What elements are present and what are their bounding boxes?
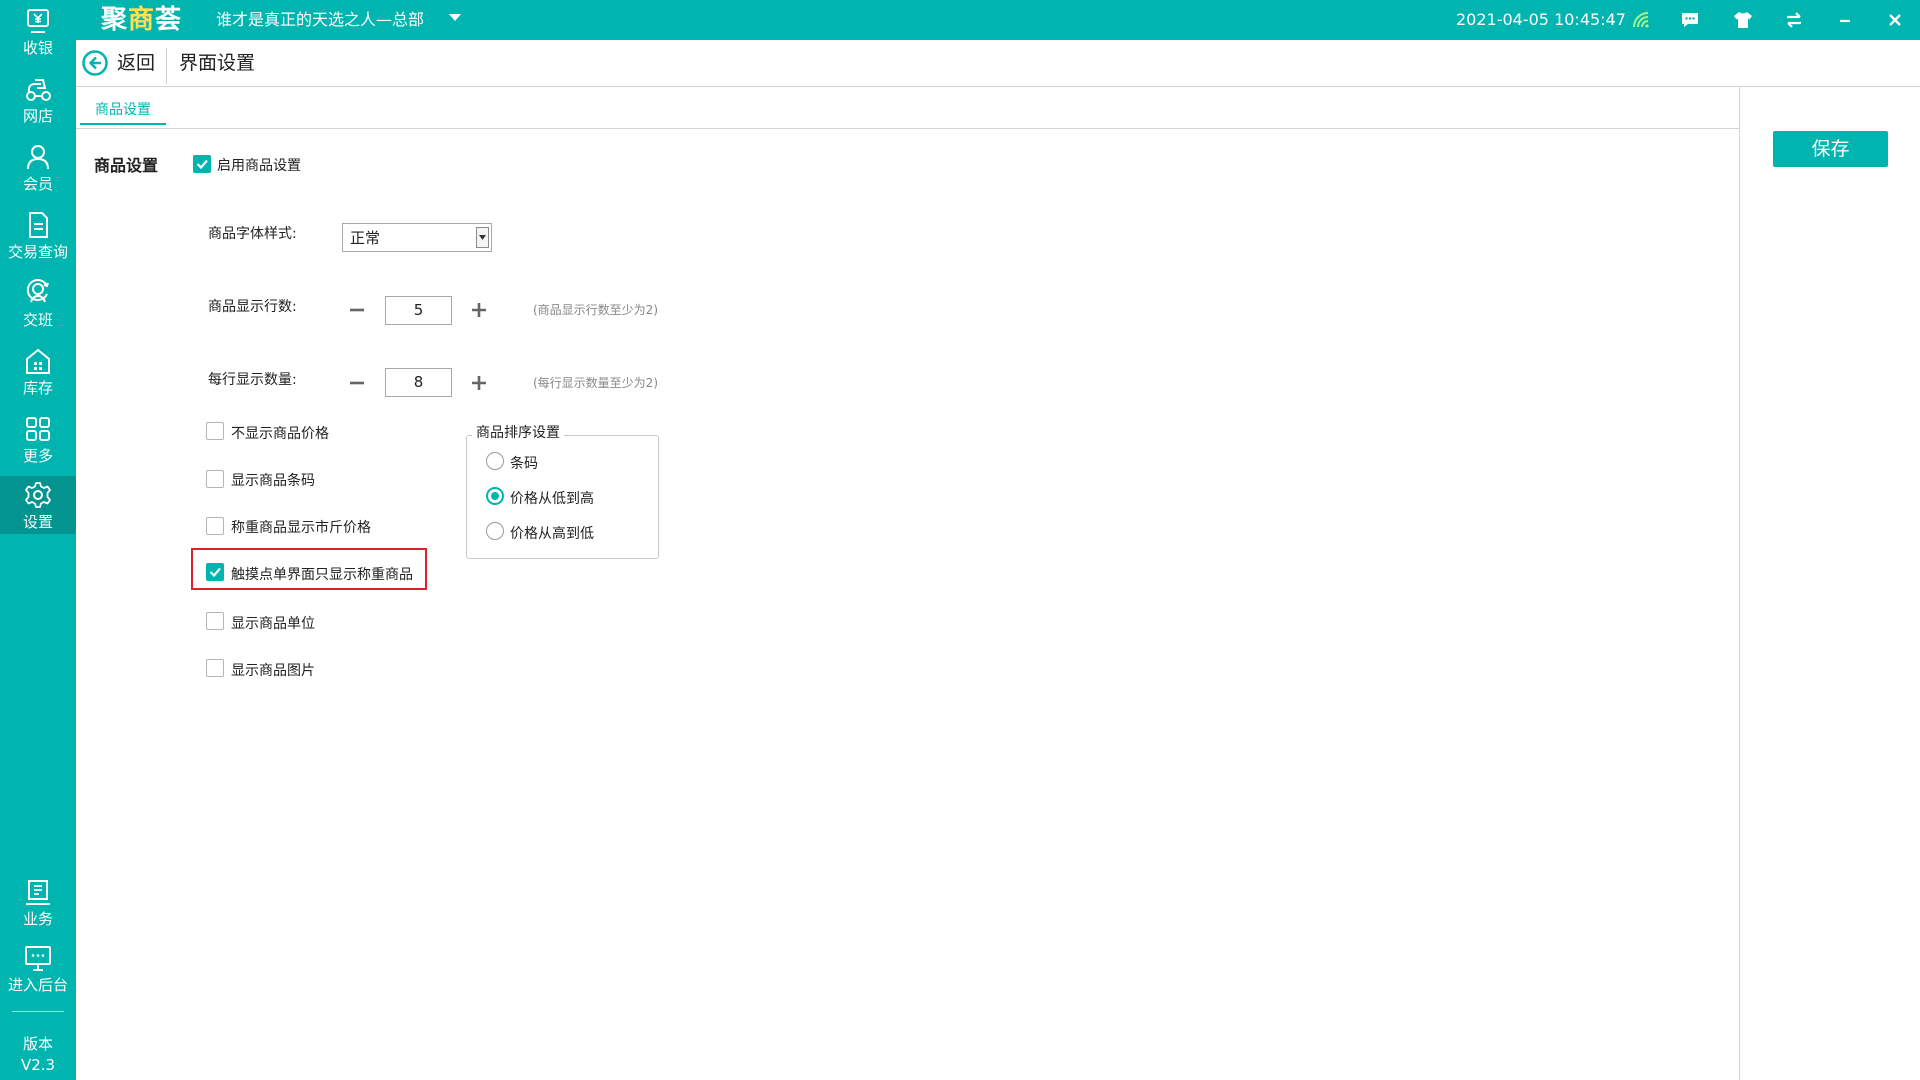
show-image-label[interactable]: 显示商品图片 — [231, 662, 315, 680]
sidebar-item-backend[interactable]: 进入后台 — [0, 939, 76, 1005]
touch-order-weighed-only-label[interactable]: 触摸点单界面只显示称重商品 — [231, 566, 413, 584]
business-icon — [26, 880, 50, 905]
weighed-jin-price-label[interactable]: 称重商品显示市斤价格 — [231, 519, 371, 537]
wifi-icon — [1629, 8, 1653, 32]
show-barcode-label[interactable]: 显示商品条码 — [231, 472, 315, 490]
sort-barcode-radio[interactable] — [486, 452, 504, 470]
sort-price-asc-radio[interactable] — [486, 487, 504, 505]
transaction-icon — [29, 212, 48, 238]
show-unit-checkbox[interactable] — [206, 612, 224, 630]
sidebar: 收银 网店 会员 交易查询 交班 库存 更多 设置 业务 进入后台 — [0, 0, 76, 1080]
app-logo: 聚商荟 — [101, 5, 183, 35]
per-row-label: 每行显示数量: — [208, 372, 297, 388]
sync-icon[interactable] — [1782, 8, 1806, 32]
sidebar-item-label: 交易查询 — [7, 243, 68, 261]
sort-price-desc-radio[interactable] — [486, 522, 504, 540]
online-store-icon — [26, 79, 51, 101]
enable-goods-settings-checkbox[interactable] — [193, 155, 211, 173]
rows-label: 商品显示行数: — [208, 299, 297, 315]
save-button[interactable]: 保存 — [1773, 131, 1888, 167]
backend-icon — [25, 946, 51, 971]
sidebar-item-cashier[interactable]: 收银 — [0, 2, 76, 68]
tab-underline — [76, 128, 1739, 129]
sidebar-item-more[interactable]: 更多 — [0, 410, 76, 476]
per-row-decrement-button[interactable] — [347, 373, 367, 393]
message-icon[interactable] — [1678, 8, 1702, 32]
sidebar-item-label: 网店 — [22, 107, 53, 125]
sort-price-asc-label[interactable]: 价格从低到高 — [510, 490, 594, 508]
sort-settings-title: 商品排序设置 — [472, 424, 564, 442]
store-selector[interactable]: 谁才是真正的天选之人—总部 — [216, 9, 424, 31]
chevron-down-icon[interactable] — [448, 13, 462, 23]
per-row-hint: (每行显示数量至少为2) — [533, 376, 658, 390]
tab-goods-settings[interactable]: 商品设置 — [80, 99, 166, 125]
sidebar-item-business[interactable]: 业务 — [0, 873, 76, 939]
sidebar-item-label: 更多 — [22, 447, 53, 465]
weighed-jin-price-checkbox[interactable] — [206, 517, 224, 535]
rows-decrement-button[interactable] — [347, 300, 367, 320]
hide-price-checkbox[interactable] — [206, 422, 224, 440]
show-image-checkbox[interactable] — [206, 659, 224, 677]
rows-hint: (商品显示行数至少为2) — [533, 303, 658, 317]
minus-icon — [350, 381, 364, 385]
sidebar-item-label: 设置 — [22, 513, 53, 531]
shift-icon — [26, 279, 49, 303]
minimize-icon[interactable] — [1833, 8, 1857, 32]
per-row-input[interactable]: 8 — [385, 368, 452, 397]
sidebar-item-label: 会员 — [22, 175, 53, 193]
cashier-icon — [27, 9, 49, 33]
rows-increment-button[interactable] — [469, 300, 489, 320]
plus-icon — [472, 303, 486, 317]
plus-icon — [472, 376, 486, 390]
member-icon — [27, 145, 49, 170]
panel-divider — [1739, 86, 1740, 1080]
rows-input[interactable]: 5 — [385, 296, 452, 325]
sort-price-desc-label[interactable]: 价格从高到低 — [510, 525, 594, 543]
sidebar-item-transaction[interactable]: 交易查询 — [0, 206, 76, 272]
sidebar-item-member[interactable]: 会员 — [0, 138, 76, 204]
font-style-select[interactable]: 正常 — [342, 223, 492, 252]
enable-goods-settings-label[interactable]: 启用商品设置 — [217, 157, 301, 175]
close-icon[interactable] — [1883, 8, 1907, 32]
back-button[interactable]: 返回 — [117, 50, 155, 76]
sidebar-item-settings[interactable]: 设置 — [0, 476, 76, 534]
show-unit-label[interactable]: 显示商品单位 — [231, 615, 315, 633]
more-icon — [26, 417, 50, 441]
version-number: V2.3 — [20, 1056, 56, 1074]
section-title: 商品设置 — [94, 156, 159, 175]
sidebar-item-label: 业务 — [22, 910, 53, 928]
sort-barcode-label[interactable]: 条码 — [510, 455, 538, 473]
inventory-icon — [26, 348, 50, 374]
checkmark-icon — [209, 567, 221, 578]
font-style-label: 商品字体样式: — [208, 226, 297, 242]
shirt-icon[interactable] — [1731, 8, 1755, 32]
checkmark-icon — [196, 159, 208, 170]
sidebar-item-online-store[interactable]: 网店 — [0, 70, 76, 136]
sidebar-divider — [12, 1011, 64, 1012]
header-divider — [166, 48, 167, 84]
sidebar-item-label: 库存 — [22, 379, 53, 397]
touch-order-weighed-only-checkbox[interactable] — [206, 563, 224, 581]
back-arrow-icon[interactable] — [82, 50, 108, 76]
minus-icon — [350, 308, 364, 312]
hide-price-label[interactable]: 不显示商品价格 — [231, 425, 329, 443]
sidebar-item-shift[interactable]: 交班 — [0, 274, 76, 340]
sidebar-item-label: 收银 — [22, 39, 53, 57]
sidebar-item-label: 交班 — [22, 311, 53, 329]
sidebar-item-inventory[interactable]: 库存 — [0, 342, 76, 408]
per-row-increment-button[interactable] — [469, 373, 489, 393]
version-label: 版本 — [22, 1035, 53, 1053]
header-bar — [76, 40, 1920, 87]
settings-icon — [25, 482, 51, 508]
page-title: 界面设置 — [179, 52, 256, 74]
clock: 2021-04-05 10:45:47 — [1456, 10, 1626, 29]
sidebar-item-label: 进入后台 — [7, 976, 68, 994]
show-barcode-checkbox[interactable] — [206, 470, 224, 488]
font-style-value: 正常 — [350, 229, 381, 247]
chevron-down-icon[interactable] — [476, 227, 489, 248]
